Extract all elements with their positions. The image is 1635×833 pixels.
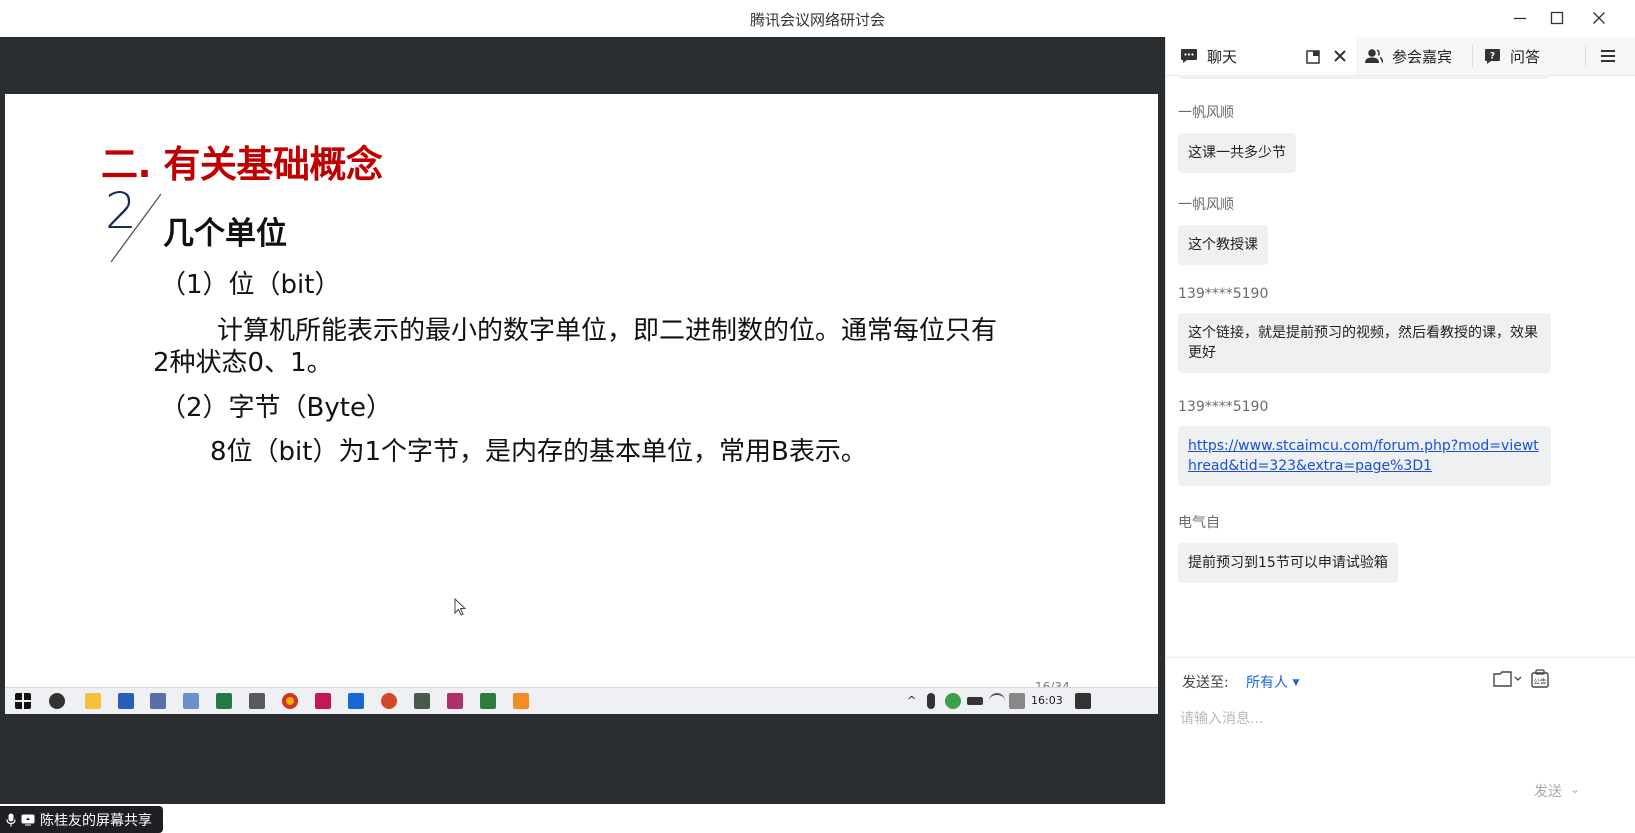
chat-message: 139****5190 https://www.stcaimcu.com/for… [1178,399,1551,486]
tab-attendees-label: 参会嘉宾 [1392,47,1453,66]
tray-notification-icon [1075,693,1091,709]
message-input[interactable] [1178,706,1622,770]
message-bubble: 这个链接，就是提前预习的视频，然后看教授的课，效果更好 [1178,313,1551,373]
question-icon: ? [1485,48,1500,64]
excel-icon [216,693,232,709]
attendees-icon [1365,49,1383,63]
message-bubble: 这个教授课 [1178,225,1268,265]
chevron-down-icon: ▼ [1292,678,1300,688]
chat-message: 一帆风顺 这课一共多少节 [1178,102,1296,173]
chrome-icon [282,693,298,709]
tab-qa-label: 问答 [1510,47,1541,66]
minimize-icon [1514,17,1526,20]
item2-heading: （2）字节（Byte） [160,393,392,423]
title-bar: 腾讯会议网络研讨会 [0,0,1635,38]
tray-wifi-icon [989,693,1005,711]
slide-title: 二. 有关基础概念 [101,143,383,186]
svg-text:公告: 公告 [1534,677,1548,686]
svg-text:?: ? [1490,51,1495,61]
tray-app-icon [945,693,961,709]
tray-battery-icon [967,697,983,705]
app-book-icon [249,693,265,709]
app-green-icon [480,693,496,709]
chat-message: 一帆风顺 这个教授课 [1178,194,1268,265]
microphone-icon [6,813,16,826]
side-panel: 聊天 参会嘉宾 ? 问答 一帆风顺 这课一共多少节 一帆风顺 这个教授课 139… [1165,37,1635,804]
app-window-icon [183,693,199,709]
item1-line1: 计算机所能表示的最小的数字单位，即二进制数的位。通常每位只有 [217,316,998,346]
message-sender: 一帆风顺 [1178,197,1234,213]
previous-message-bubble [1178,75,1550,79]
maximize-button[interactable] [1540,4,1574,32]
windows-start-icon [15,693,31,709]
message-bubble: https://www.stcaimcu.com/forum.php?mod=v… [1178,426,1551,486]
close-chat-icon[interactable] [1333,49,1347,63]
message-sender: 139****5190 [1178,286,1269,302]
slide-subtitle: 几个单位 [163,216,287,252]
minimize-button[interactable] [1503,4,1537,32]
slash-decoration [110,193,162,263]
panel-tabs: 聊天 参会嘉宾 ? 问答 [1166,37,1635,76]
close-window-button[interactable] [1582,4,1616,32]
message-sender: 139****5190 [1178,399,1269,415]
app-library-icon [150,693,166,709]
app-rss-icon [315,693,331,709]
send-to-label: 发送至: [1182,675,1229,691]
app-feed-icon [447,693,463,709]
message-link[interactable]: https://www.stcaimcu.com/forum.php?mod=v… [1188,438,1539,474]
chat-message: 电气自 提前预习到15节可以申请试验箱 [1178,512,1398,583]
message-bubble: 这课一共多少节 [1178,133,1296,173]
send-button[interactable]: 发送 [1534,781,1562,801]
word-icon [118,693,134,709]
tab-attendees[interactable]: 参会嘉宾 [1364,37,1452,75]
message-sender: 一帆风顺 [1178,105,1234,121]
send-to-value: 所有人 [1246,675,1288,691]
notice-button[interactable]: 公告 [1528,668,1552,690]
file-explorer-icon [85,693,101,709]
item2-body: 8位（bit）为1个字节，是内存的基本单位，常用B表示。 [210,437,867,467]
tray-mic-icon [927,693,935,709]
chat-message: 139****5190 这个链接，就是提前预习的视频，然后看教授的课，效果更好 [1178,286,1551,373]
message-composer: 发送至: 所有人 ▼ 公告 发送 ⌄ [1166,657,1635,805]
file-button[interactable] [1489,668,1525,690]
app-meeting-icon [348,693,364,709]
chat-bubble-icon [1181,49,1197,63]
tray-chevron-icon: ^ [907,694,917,707]
popout-icon[interactable] [1306,49,1321,64]
tab-qa[interactable]: ? 问答 [1484,37,1540,75]
powerpoint-icon [381,693,397,709]
menu-icon[interactable] [1600,48,1616,64]
window-title: 腾讯会议网络研讨会 [749,11,885,29]
announcement-icon: 公告 [1531,669,1549,688]
screen-share-area: 二. 有关基础概念 2 几个单位 （1）位（bit） 计算机所能表示的最小的数字… [0,37,1165,833]
share-badge-label: 陈桂友的屏幕共享 [40,812,152,829]
presentation-slide: 二. 有关基础概念 2 几个单位 （1）位（bit） 计算机所能表示的最小的数字… [5,94,1158,714]
taskbar-clock: 16:03 [1031,694,1063,707]
remote-taskbar: ^ 16:03 [5,687,1158,714]
item1-heading: （1）位（bit） [160,270,341,300]
folder-icon [1493,671,1522,687]
tray-keyboard-icon [1009,693,1025,709]
tab-separator [1585,45,1586,67]
app-s-icon [49,693,65,709]
maximize-icon [1550,11,1564,25]
screen-share-badge[interactable]: 陈桂友的屏幕共享 [0,806,163,833]
app-tool-icon [414,693,430,709]
message-sender: 电气自 [1178,515,1220,531]
tab-separator [1472,45,1473,67]
item1-line2: 2种状态0、1。 [153,348,333,378]
send-to-dropdown[interactable]: 所有人 ▼ [1246,672,1299,692]
mouse-pointer-icon [454,598,467,616]
app-orange-icon [513,693,529,709]
close-icon [1593,12,1605,24]
screen-share-icon [21,814,35,825]
tab-chat-label: 聊天 [1207,47,1238,66]
chat-message-list[interactable]: 一帆风顺 这课一共多少节 一帆风顺 这个教授课 139****5190 这个链接… [1166,75,1635,657]
tab-chat[interactable]: 聊天 [1166,37,1356,75]
send-options-chevron-icon[interactable]: ⌄ [1570,782,1580,796]
message-bubble: 提前预习到15节可以申请试验箱 [1178,543,1398,583]
